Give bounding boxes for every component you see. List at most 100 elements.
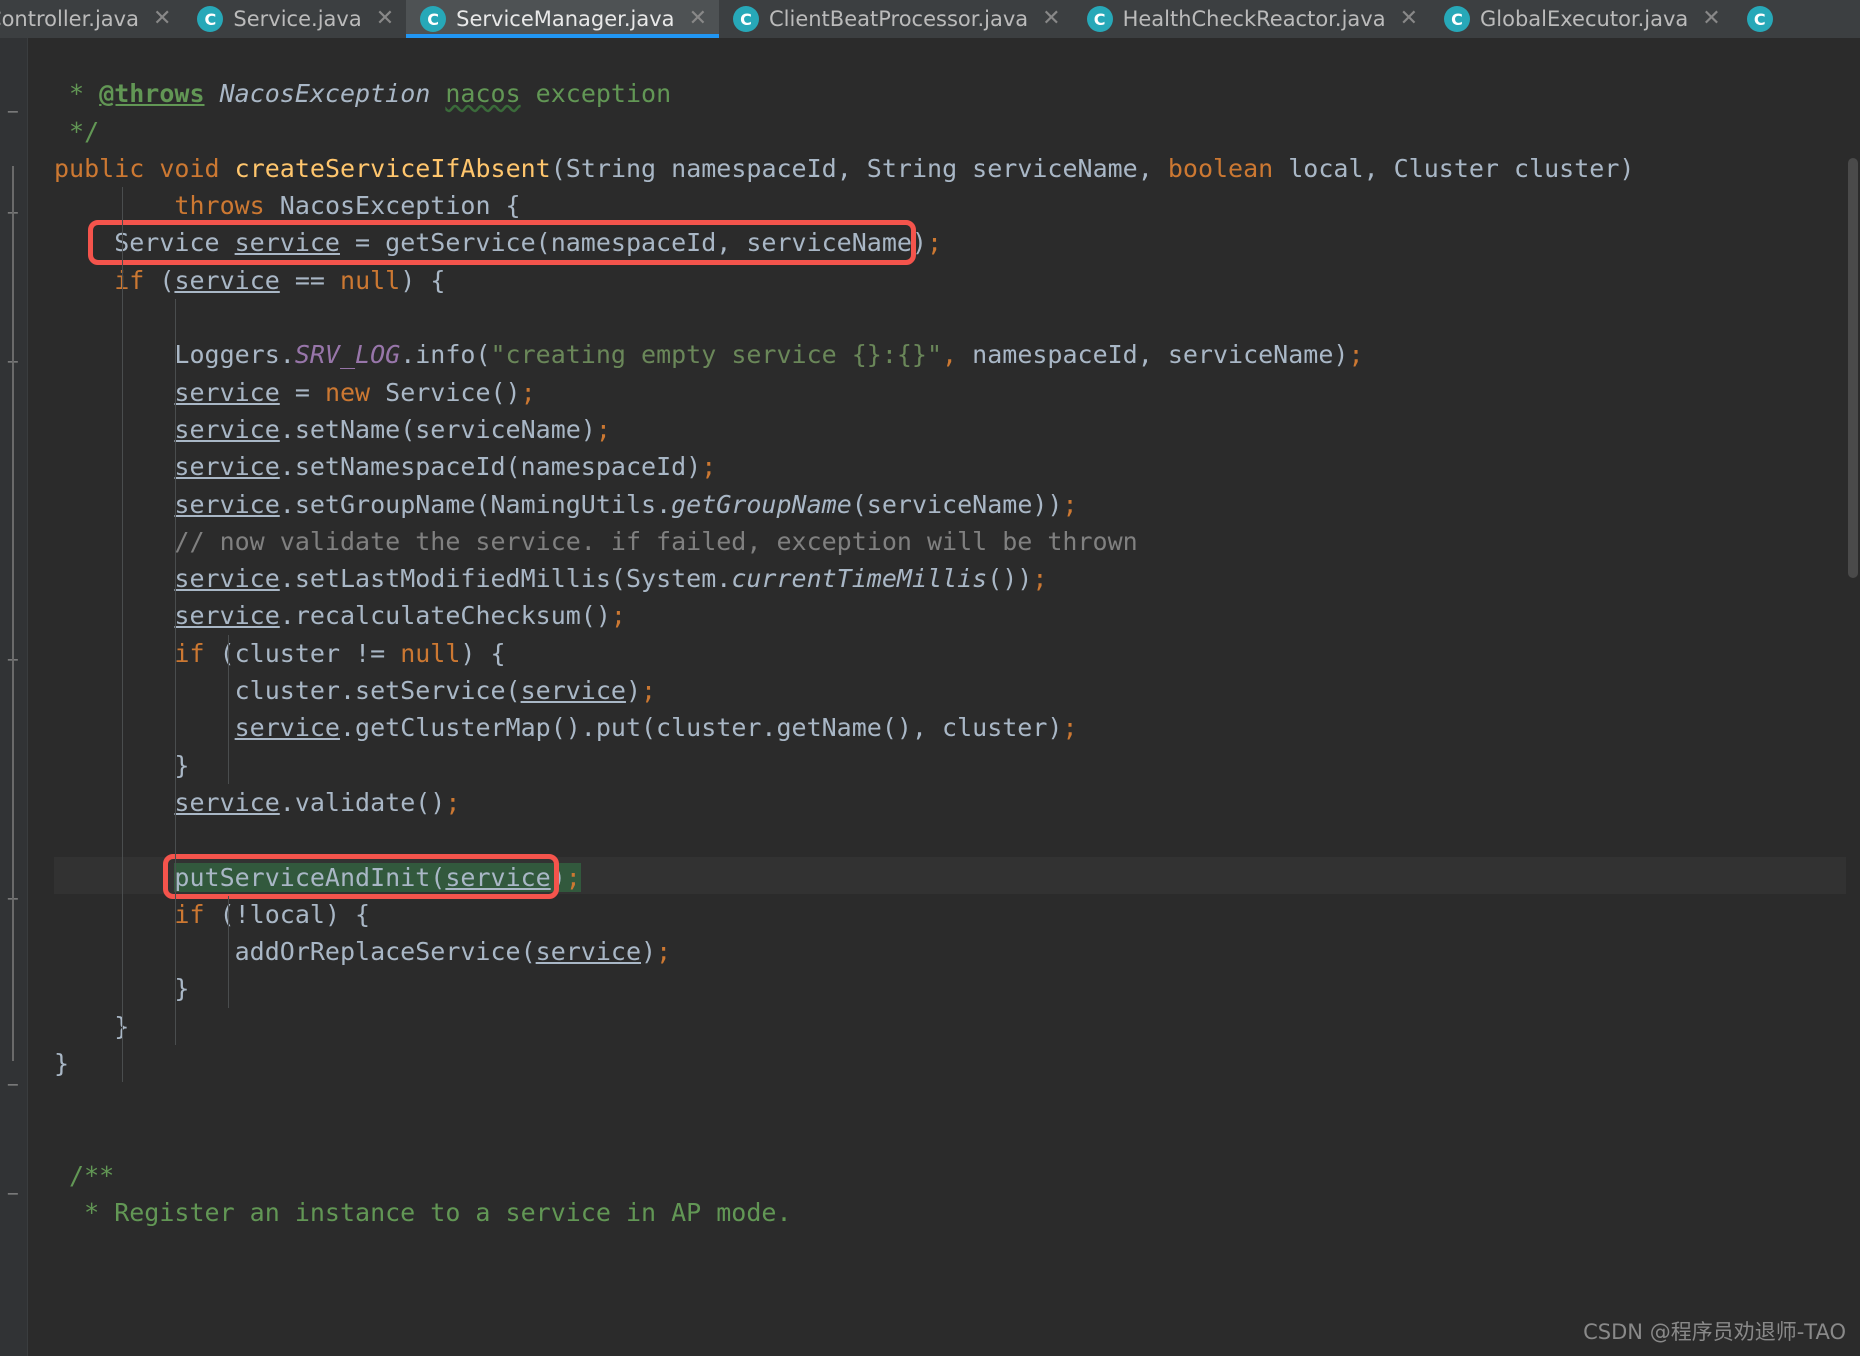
code-token: service bbox=[234, 228, 340, 258]
fold-collapse-icon[interactable]: − bbox=[4, 1076, 22, 1094]
code-line[interactable] bbox=[54, 1082, 1634, 1119]
code-token: ()) bbox=[987, 564, 1033, 594]
close-icon[interactable]: ✕ bbox=[1698, 8, 1720, 30]
code-token: if bbox=[114, 265, 145, 295]
code-line[interactable]: service.setGroupName(NamingUtils.getGrou… bbox=[54, 486, 1634, 523]
code-token: ; bbox=[926, 228, 943, 258]
code-line[interactable]: if (service == null) { bbox=[54, 262, 1634, 299]
code-token: service bbox=[174, 377, 280, 407]
code-line[interactable] bbox=[54, 1120, 1634, 1157]
code-line[interactable] bbox=[54, 821, 1634, 858]
csdn-watermark: CSDN @程序员劝退师-TAO bbox=[1583, 1320, 1846, 1344]
code-line[interactable]: } bbox=[54, 970, 1634, 1007]
close-icon[interactable]: ✕ bbox=[372, 8, 394, 30]
scrollbar-thumb[interactable] bbox=[1848, 158, 1858, 578]
code-editor[interactable]: −−−−−−− * @throws NacosException nacos e… bbox=[0, 38, 1860, 1356]
code-token: service bbox=[174, 787, 280, 817]
fold-collapse-icon[interactable]: − bbox=[4, 1184, 22, 1203]
code-line[interactable]: throws NacosException { bbox=[54, 187, 1634, 224]
code-token: .setNamespaceId(namespaceId) bbox=[279, 452, 702, 482]
code-line[interactable]: service.setNamespaceId(namespaceId); bbox=[54, 448, 1634, 485]
close-icon[interactable]: ✕ bbox=[1396, 8, 1418, 30]
code-token: .setLastModifiedMillis(System. bbox=[279, 564, 732, 594]
java-class-icon: C bbox=[1086, 6, 1113, 32]
code-token: service bbox=[174, 564, 280, 594]
code-token: (String namespaceId, String serviceName, bbox=[550, 153, 1168, 183]
editor-tab-service[interactable]: C Service.java ✕ bbox=[183, 0, 407, 38]
close-icon[interactable]: ✕ bbox=[1038, 8, 1060, 30]
editor-tab-label: Service.java bbox=[233, 6, 362, 31]
code-token: ) { bbox=[460, 638, 506, 668]
code-line[interactable]: addOrReplaceService(service); bbox=[54, 933, 1634, 970]
code-token: /** bbox=[54, 1160, 115, 1190]
code-line[interactable]: Loggers.SRV_LOG.info("creating empty ser… bbox=[54, 336, 1634, 373]
editor-fold-gutter[interactable] bbox=[28, 38, 54, 1356]
vertical-scrollbar[interactable] bbox=[1846, 38, 1860, 1356]
code-line[interactable]: putServiceAndInit(service); bbox=[54, 859, 1634, 896]
code-token: @throws bbox=[99, 79, 205, 109]
code-line[interactable]: service.getClusterMap().put(cluster.getN… bbox=[54, 709, 1634, 746]
code-token: Service bbox=[54, 228, 235, 258]
editor-gutter[interactable]: −−−−−−− bbox=[0, 38, 28, 1356]
code-line[interactable]: service.setLastModifiedMillis(System.cur… bbox=[54, 560, 1634, 597]
code-token: service bbox=[174, 452, 280, 482]
code-line[interactable]: } bbox=[54, 1008, 1634, 1045]
code-line[interactable]: cluster.setService(service); bbox=[54, 672, 1634, 709]
code-token: .setGroupName(NamingUtils. bbox=[279, 489, 672, 519]
code-token: getGroupName bbox=[671, 489, 852, 519]
editor-tab-label: ClientBeatProcessor.java bbox=[769, 6, 1029, 31]
code-line[interactable]: Service service = getService(namespaceId… bbox=[54, 224, 1634, 261]
code-token: // now validate the service. if failed, … bbox=[54, 526, 1138, 556]
code-token: local, Cluster cluster) bbox=[1273, 153, 1635, 183]
code-token: namespaceId, serviceName) bbox=[957, 340, 1349, 370]
code-line[interactable]: } bbox=[54, 747, 1634, 784]
code-token: throws bbox=[174, 191, 265, 221]
editor-tab-healthcheckreactor[interactable]: C HealthCheckReactor.java ✕ bbox=[1072, 0, 1431, 38]
editor-tab-clientbeatprocessor[interactable]: C ClientBeatProcessor.java ✕ bbox=[719, 0, 1073, 38]
editor-tab-econtroller[interactable]: eController.java ✕ bbox=[0, 0, 184, 38]
code-token: cluster.setService( bbox=[54, 676, 521, 706]
editor-tab-label: ServiceManager.java bbox=[456, 6, 675, 31]
code-token: ; bbox=[1348, 340, 1364, 370]
code-line[interactable]: * Register an instance to a service in A… bbox=[54, 1194, 1634, 1231]
code-line[interactable]: public void createServiceIfAbsent(String… bbox=[54, 150, 1634, 187]
code-line[interactable]: if (!local) { bbox=[54, 896, 1634, 933]
indent-guide bbox=[228, 895, 229, 1008]
fold-collapse-icon[interactable]: − bbox=[4, 102, 22, 121]
code-line[interactable] bbox=[54, 38, 1634, 75]
code-token: ; bbox=[610, 601, 626, 631]
code-text[interactable]: * @throws NacosException nacos exception… bbox=[54, 38, 1634, 1232]
code-line[interactable]: } bbox=[54, 1045, 1634, 1082]
close-icon[interactable]: ✕ bbox=[149, 8, 171, 30]
code-token: NacosException { bbox=[264, 191, 521, 221]
editor-tab-servicemanager[interactable]: C ServiceManager.java ✕ bbox=[406, 0, 719, 38]
code-line[interactable]: service.recalculateChecksum(); bbox=[54, 597, 1634, 634]
code-line[interactable]: /** bbox=[54, 1157, 1634, 1194]
code-token: nacos bbox=[445, 79, 521, 109]
editor-tab-overflow[interactable]: C bbox=[1732, 0, 1785, 38]
code-line[interactable]: * @throws NacosException nacos exception bbox=[54, 75, 1634, 112]
editor-tab-bar[interactable]: eController.java ✕ C Service.java ✕ C ServiceM… bbox=[0, 0, 1860, 38]
java-class-icon: C bbox=[197, 6, 224, 32]
code-line[interactable]: service.setName(serviceName); bbox=[54, 411, 1634, 448]
editor-tab-globalexecutor[interactable]: C GlobalExecutor.java ✕ bbox=[1430, 0, 1733, 38]
close-icon[interactable]: ✕ bbox=[685, 8, 707, 30]
code-token: service bbox=[234, 713, 340, 743]
code-token: ; bbox=[701, 452, 717, 482]
code-token: service bbox=[445, 862, 551, 892]
code-line[interactable]: // now validate the service. if failed, … bbox=[54, 523, 1634, 560]
code-line[interactable]: if (cluster != null) { bbox=[54, 635, 1634, 672]
code-line[interactable]: */ bbox=[54, 113, 1634, 150]
code-line[interactable]: service = new Service(); bbox=[54, 374, 1634, 411]
code-token: ; bbox=[520, 377, 536, 407]
code-line[interactable]: service.validate(); bbox=[54, 784, 1634, 821]
code-line[interactable] bbox=[54, 299, 1634, 336]
